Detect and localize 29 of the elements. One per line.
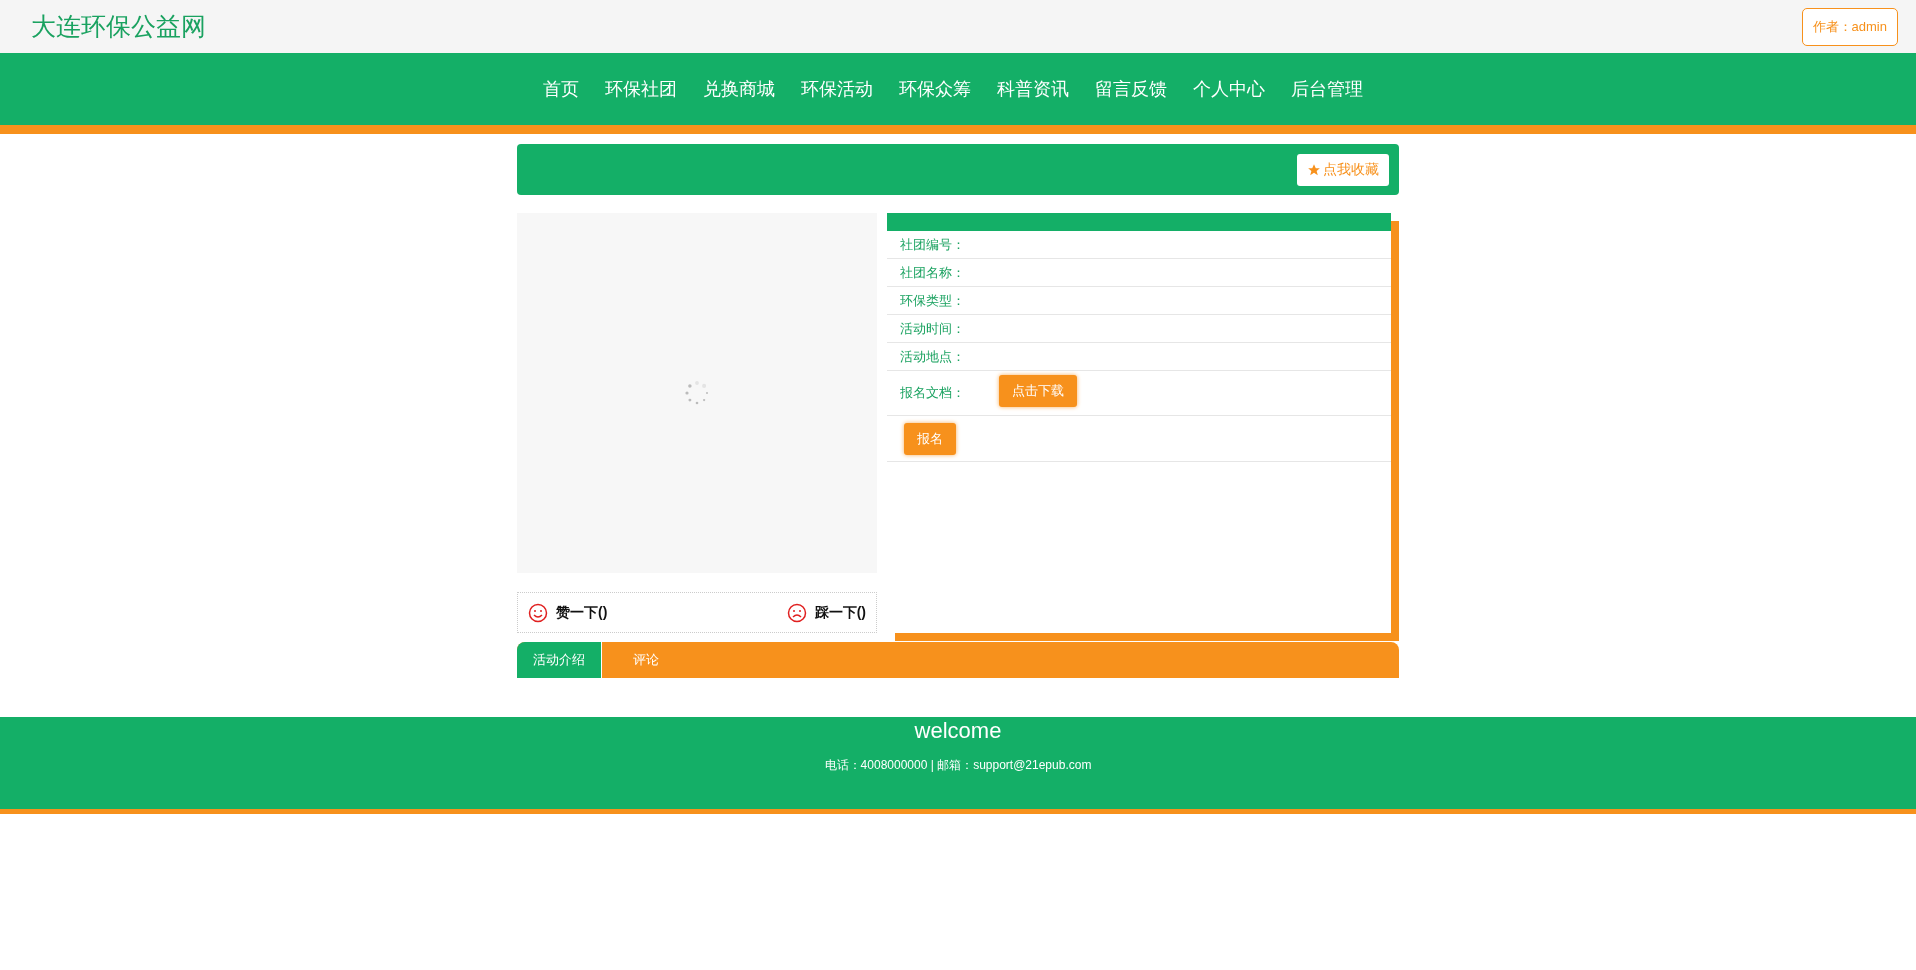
nav-link[interactable]: 个人中心 bbox=[1180, 77, 1278, 101]
nav-link[interactable]: 环保众筹 bbox=[886, 77, 984, 101]
nav-link[interactable]: 留言反馈 bbox=[1082, 77, 1180, 101]
nav-link[interactable]: 环保活动 bbox=[788, 77, 886, 101]
frown-icon bbox=[786, 602, 807, 623]
star-icon bbox=[1307, 162, 1321, 177]
tab[interactable]: 评论 bbox=[602, 642, 690, 678]
nav-link[interactable]: 兑换商城 bbox=[690, 77, 788, 101]
field-label: 活动时间： bbox=[900, 319, 965, 338]
field-label: 环保类型： bbox=[900, 291, 965, 310]
field-label: 活动地点： bbox=[900, 347, 965, 366]
field-label: 报名文档： bbox=[900, 384, 965, 402]
download-button[interactable]: 点击下载 bbox=[999, 375, 1077, 407]
nav-link[interactable]: 科普资讯 bbox=[984, 77, 1082, 101]
collect-button[interactable]: 点我收藏 bbox=[1297, 153, 1389, 186]
smile-icon bbox=[528, 602, 548, 623]
nav-link[interactable]: 后台管理 bbox=[1278, 77, 1376, 101]
field-label: 社团编号： bbox=[900, 235, 965, 254]
contact-info: 电话：4008000000 | 邮箱：support@21epub.com bbox=[823, 757, 1093, 774]
footer-title: welcome bbox=[913, 717, 1003, 744]
nav-link[interactable]: 环保社团 bbox=[592, 77, 690, 101]
like-button[interactable]: 赞一下() bbox=[528, 602, 608, 623]
field-label: 社团名称： bbox=[900, 263, 965, 282]
nav-link[interactable]: 首页 bbox=[530, 77, 592, 101]
dislike-button[interactable]: 踩一下() bbox=[786, 602, 866, 623]
tab[interactable]: 活动介绍 bbox=[517, 642, 602, 678]
author-button[interactable]: 作者：admin bbox=[1801, 7, 1898, 46]
site-title: 大连环保公益网 bbox=[31, 11, 206, 42]
signup-button[interactable]: 报名 bbox=[904, 422, 956, 455]
